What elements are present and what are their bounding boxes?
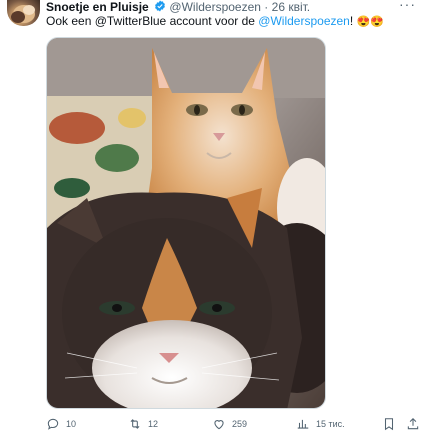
mention-link[interactable]: @Wilderspoezen — [258, 14, 350, 28]
reply-count: 10 — [66, 419, 77, 429]
like-action[interactable]: 259 — [212, 417, 247, 431]
bookmark-action[interactable] — [382, 417, 396, 431]
tweet-text: Ook een @TwitterBlue account voor de @Wi… — [46, 14, 384, 29]
more-options-icon[interactable]: ··· — [399, 0, 416, 12]
heart-eyes-emoji: 😍😍 — [356, 16, 384, 28]
tweet[interactable]: Snoetje en Pluisje @Wilderspoezen · 26 к… — [0, 0, 428, 436]
tweet-header: Snoetje en Pluisje @Wilderspoezen · 26 к… — [46, 0, 398, 14]
tweet-photo[interactable] — [46, 37, 326, 409]
tweet-text-suffix: ! — [349, 14, 354, 28]
author-handle[interactable]: @Wilderspoezen — [169, 0, 261, 14]
retweet-count: 12 — [148, 419, 159, 429]
reply-icon — [47, 418, 59, 430]
tweet-actions: 10 12 259 15 тис. — [46, 417, 420, 433]
bar-chart-icon — [297, 419, 309, 429]
cats-photo-icon — [47, 38, 325, 408]
retweet-action[interactable]: 12 — [128, 417, 158, 431]
avatar[interactable] — [7, 0, 40, 26]
heart-icon — [214, 420, 224, 430]
author-name[interactable]: Snoetje en Pluisje — [46, 0, 149, 14]
tweet-text-prefix: Ook een @TwitterBlue account voor de — [46, 14, 259, 28]
bookmark-icon — [384, 418, 394, 431]
retweet-icon — [130, 419, 140, 429]
views-count: 15 тис. — [316, 419, 345, 429]
views-action[interactable]: 15 тис. — [296, 417, 345, 431]
like-count: 259 — [232, 419, 248, 429]
tweet-date[interactable]: 26 квіт. — [272, 0, 310, 14]
share-action[interactable] — [406, 417, 420, 431]
separator-dot: · — [264, 0, 269, 14]
reply-action[interactable]: 10 — [46, 417, 76, 431]
share-icon — [407, 418, 419, 430]
verified-badge-icon — [154, 0, 166, 12]
